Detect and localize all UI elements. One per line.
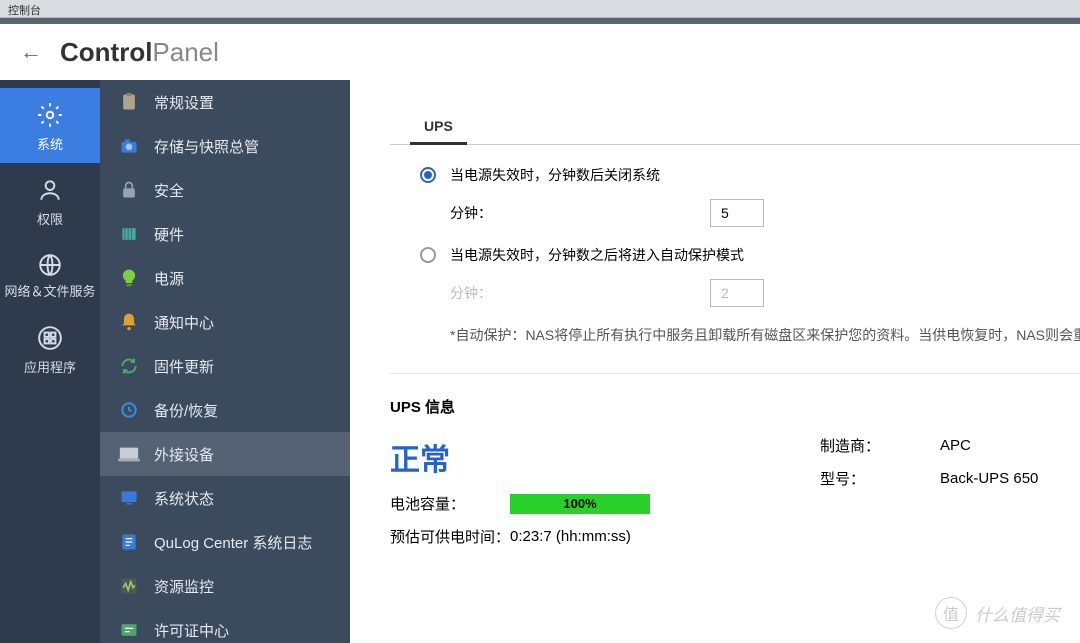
gear-icon [37,102,63,128]
bulb-icon [118,267,140,289]
globe-icon [37,252,63,278]
rail-item-system[interactable]: 系统 [0,88,100,163]
watermark-badge: 值 [935,597,967,629]
device-icon [118,443,140,465]
sidebar-item-label: 许可证中心 [154,620,229,641]
minutes-label-1: 分钟： [450,203,710,223]
rail-item-label: 网络＆文件服务 [4,284,95,301]
sidebar-item-label: 安全 [154,180,184,201]
license-icon [118,619,140,641]
sidebar-item-security[interactable]: 安全 [100,168,350,212]
runtime-label: 预估可供电时间： [390,526,510,547]
update-icon [118,355,140,377]
clipboard-icon [118,91,140,113]
radio-autoprotect-label: 当电源失效时，分钟数之后将进入自动保护模式 [450,245,744,265]
lock-icon [118,179,140,201]
sidebar-item-label: 备份/恢复 [154,400,218,421]
sidebar: 常规设置 存储与快照总管 安全 硬件 电源 通知中心 固件更新 备份/恢复 [100,80,350,643]
rail-item-label: 系统 [37,134,63,153]
ups-status: 正常 [390,435,820,479]
sidebar-item-label: QuLog Center 系统日志 [154,532,312,553]
watermark: 值 什么值得买 [935,597,1060,629]
window-title: 控制台 [8,5,41,17]
sidebar-item-label: 存储与快照总管 [154,136,259,157]
watermark-text: 什么值得买 [975,601,1060,626]
grid-icon [37,325,63,351]
sidebar-item-label: 资源监控 [154,576,214,597]
back-arrow-icon[interactable]: ← [20,39,42,65]
tab-ups[interactable]: UPS [410,110,467,145]
radio-autoprotect[interactable] [420,247,436,263]
sidebar-item-label: 外接设备 [154,444,214,465]
sidebar-item-label: 电源 [154,268,184,289]
monitor-icon [118,487,140,509]
sidebar-item-label: 固件更新 [154,356,214,377]
sidebar-item-label: 通知中心 [154,312,214,333]
bell-icon [118,311,140,333]
radio-shutdown[interactable] [420,167,436,183]
sidebar-item-label: 系统状态 [154,488,214,509]
sidebar-item-hardware[interactable]: 硬件 [100,212,350,256]
sidebar-item-resource-monitor[interactable]: 资源监控 [100,564,350,608]
sidebar-item-storage[interactable]: 存储与快照总管 [100,124,350,168]
chip-icon [118,223,140,245]
rail-item-label: 应用程序 [24,357,76,376]
sidebar-item-power[interactable]: 电源 [100,256,350,300]
radio-shutdown-label: 当电源失效时，分钟数后关闭系统 [450,165,660,185]
rail-item-network[interactable]: 网络＆文件服务 [0,238,100,311]
runtime-value: 0:23:7 (hh:mm:ss) [510,528,631,545]
sidebar-item-system-status[interactable]: 系统状态 [100,476,350,520]
restore-icon [118,399,140,421]
wave-icon [118,575,140,597]
rail-item-applications[interactable]: 应用程序 [0,311,100,386]
model-label: 型号： [820,468,940,489]
ups-info-title: UPS 信息 [390,396,1080,417]
sidebar-item-general[interactable]: 常规设置 [100,80,350,124]
rail-item-label: 权限 [37,209,63,228]
model-value: Back-UPS 650 [940,470,1038,487]
sidebar-item-license[interactable]: 许可证中心 [100,608,350,643]
sidebar-item-label: 硬件 [154,224,184,245]
minutes-label-2: 分钟： [450,283,710,303]
app-title: ControlPanel [60,37,219,68]
category-rail: 系统 权限 网络＆文件服务 应用程序 [0,80,100,643]
tab-row: UPS [390,110,1080,145]
sidebar-item-qulog[interactable]: QuLog Center 系统日志 [100,520,350,564]
app-header: ← ControlPanel [0,24,1080,80]
content-pane: UPS 当电源失效时，分钟数后关闭系统 分钟： 当电源失效时，分钟数之后将进入自… [350,80,1080,643]
battery-progress: 100% [510,494,650,514]
rail-item-privileges[interactable]: 权限 [0,163,100,238]
app-title-bold: Control [60,37,152,67]
window-titlebar: 控制台 [0,0,1080,18]
sidebar-item-backup[interactable]: 备份/恢复 [100,388,350,432]
log-icon [118,531,140,553]
divider [390,373,1080,374]
sidebar-item-label: 常规设置 [154,92,214,113]
maker-label: 制造商： [820,435,940,456]
sidebar-item-notification[interactable]: 通知中心 [100,300,350,344]
battery-label: 电池容量： [390,493,510,514]
autoprotect-note: *自动保护：NAS将停止所有执行中服务且卸载所有磁盘区来保护您的资料。当供电恢复… [450,325,1080,345]
app-title-light: Panel [152,37,219,67]
maker-value: APC [940,437,971,454]
camera-icon [118,135,140,157]
user-icon [37,177,63,203]
sidebar-item-firmware[interactable]: 固件更新 [100,344,350,388]
minutes-input-2 [710,279,764,307]
minutes-input-1[interactable] [710,199,764,227]
sidebar-item-external-device[interactable]: 外接设备 [100,432,350,476]
